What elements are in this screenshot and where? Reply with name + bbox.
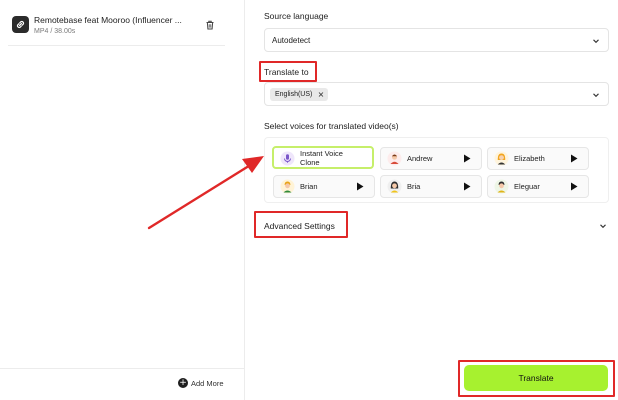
file-name: Remotebase feat Mooroo (Influencer ... bbox=[34, 15, 182, 25]
add-more-button[interactable]: + Add More bbox=[178, 377, 224, 389]
link-icon bbox=[12, 16, 29, 33]
translate-button[interactable]: Translate bbox=[464, 365, 608, 391]
advanced-settings-label: Advanced Settings bbox=[264, 221, 335, 231]
avatar-icon bbox=[494, 179, 509, 194]
play-icon[interactable] bbox=[570, 182, 578, 191]
voice-card-instant-voice-clone[interactable]: Instant Voice Clone bbox=[272, 146, 374, 169]
translate-to-select[interactable]: English(US) × bbox=[264, 82, 609, 106]
chevron-down-icon bbox=[593, 93, 599, 98]
voice-card-eleguar[interactable]: Eleguar bbox=[487, 175, 589, 198]
avatar-icon bbox=[494, 151, 509, 166]
translate-to-label: Translate to bbox=[264, 67, 309, 77]
voice-name: Brian bbox=[300, 182, 318, 191]
voices-grid: Instant Voice Clone Andrew Elizabeth Bri… bbox=[264, 137, 609, 203]
avatar-icon bbox=[387, 179, 402, 194]
language-chip-label: English(US) bbox=[275, 91, 313, 98]
play-icon[interactable] bbox=[356, 182, 364, 191]
avatar-icon bbox=[280, 179, 295, 194]
play-icon[interactable] bbox=[463, 154, 471, 163]
source-language-label: Source language bbox=[264, 11, 329, 21]
play-icon[interactable] bbox=[463, 182, 471, 191]
source-language-select[interactable]: Autodetect bbox=[264, 28, 609, 52]
divider bbox=[0, 368, 245, 369]
voice-name: Bria bbox=[407, 182, 421, 191]
voice-card-andrew[interactable]: Andrew bbox=[380, 147, 482, 170]
microphone-icon bbox=[280, 151, 295, 166]
voice-name: Elizabeth bbox=[514, 154, 545, 163]
add-more-label: Add More bbox=[191, 378, 224, 388]
voice-name: Eleguar bbox=[514, 182, 540, 191]
avatar-icon bbox=[387, 151, 402, 166]
file-list-panel: Remotebase feat Mooroo (Influencer ... M… bbox=[0, 0, 245, 400]
advanced-settings-toggle[interactable]: Advanced Settings bbox=[259, 213, 609, 239]
voice-card-brian[interactable]: Brian bbox=[273, 175, 375, 198]
voices-label: Select voices for translated video(s) bbox=[264, 121, 399, 131]
remove-chip-icon[interactable]: × bbox=[318, 88, 325, 101]
chevron-down-icon bbox=[593, 39, 599, 44]
file-meta: MP4 / 38.00s bbox=[34, 28, 76, 35]
source-language-value: Autodetect bbox=[272, 36, 311, 45]
voice-card-bria[interactable]: Bria bbox=[380, 175, 482, 198]
language-chip: English(US) × bbox=[270, 88, 329, 101]
trash-icon[interactable] bbox=[204, 18, 216, 30]
file-item[interactable]: Remotebase feat Mooroo (Influencer ... M… bbox=[12, 12, 227, 46]
play-icon[interactable] bbox=[570, 154, 578, 163]
voice-name: Instant Voice Clone bbox=[300, 149, 343, 167]
divider bbox=[8, 45, 225, 46]
chevron-down-icon bbox=[600, 224, 606, 229]
plus-icon: + bbox=[178, 378, 188, 388]
voice-name: Andrew bbox=[407, 154, 433, 163]
voice-card-elizabeth[interactable]: Elizabeth bbox=[487, 147, 589, 170]
